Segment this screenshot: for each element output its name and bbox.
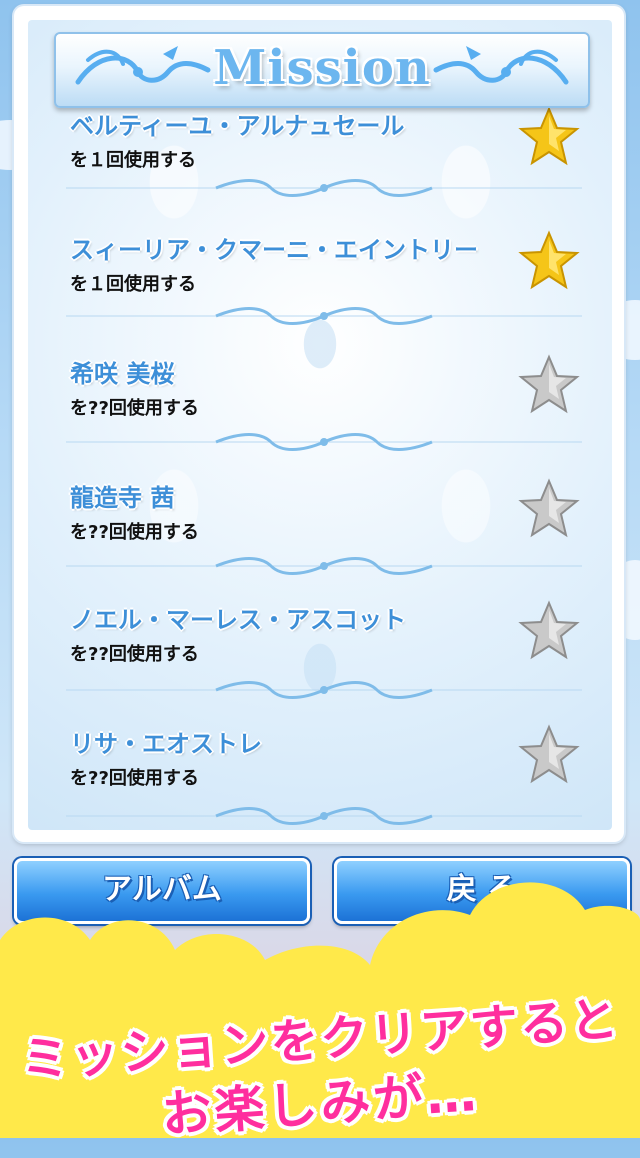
ornament-divider xyxy=(66,807,582,825)
mission-character-name: ベルティーユ・アルナュセール xyxy=(70,112,405,140)
mission-character-name: スィーリア・クマーニ・エイントリー xyxy=(70,236,478,264)
ornament-divider xyxy=(66,557,582,575)
silver-star-icon xyxy=(518,600,580,660)
mission-description: を??回使用する xyxy=(70,644,199,665)
silver-star-icon xyxy=(518,354,580,414)
mission-character-name: リサ・エオストレ xyxy=(70,730,262,758)
mission-character-name: 龍造寺 茜 xyxy=(70,484,175,512)
mission-description: を１回使用する xyxy=(70,274,196,295)
silver-star-icon xyxy=(518,478,580,538)
ornament-divider xyxy=(66,433,582,451)
ornament-divider xyxy=(66,179,582,197)
mission-description: を??回使用する xyxy=(70,768,199,789)
mission-description: を??回使用する xyxy=(70,522,199,543)
mission-header: Mission xyxy=(54,32,590,108)
ornament-divider xyxy=(66,681,582,699)
gold-star-icon xyxy=(518,230,580,290)
mission-description: を??回使用する xyxy=(70,398,199,419)
gold-star-icon xyxy=(518,106,580,166)
silver-star-icon xyxy=(518,724,580,784)
right-flourish-icon xyxy=(433,46,569,85)
ornament-divider xyxy=(66,307,582,325)
mission-character-name: ノエル・マーレス・アスコット xyxy=(70,606,406,634)
mission-description: を１回使用する xyxy=(70,150,196,171)
mission-character-name: 希咲 美桜 xyxy=(70,360,175,388)
